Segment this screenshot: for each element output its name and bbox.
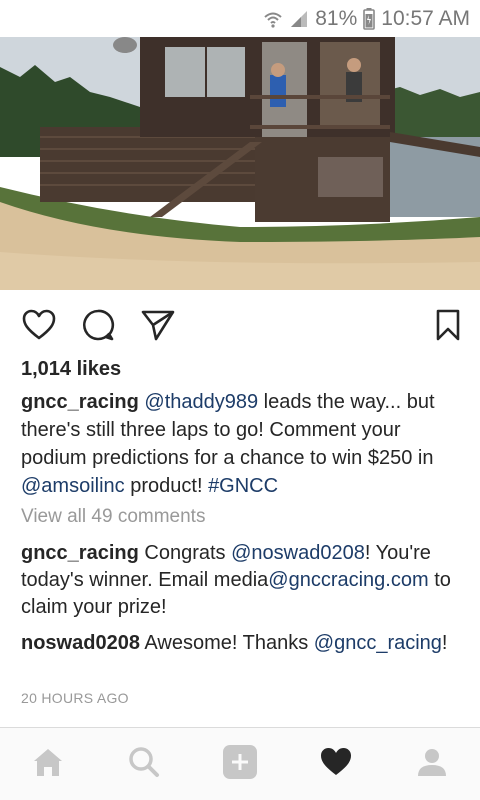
add-post-icon — [222, 744, 258, 785]
view-all-comments-link[interactable]: View all 49 comments — [21, 506, 205, 528]
bottom-navigation — [0, 727, 480, 800]
caption-mention[interactable]: @thaddy989 — [144, 391, 258, 413]
signal-icon — [289, 9, 309, 29]
clock-time: 10:57 AM — [381, 6, 470, 30]
caption-hashtag[interactable]: #GNCC — [208, 475, 278, 497]
nav-add-post-button[interactable] — [222, 744, 258, 785]
comment-text: Awesome! Thanks — [139, 632, 314, 654]
nav-activity-button[interactable] — [318, 746, 354, 782]
nav-profile-button[interactable] — [414, 746, 450, 782]
post-action-bar — [0, 290, 480, 360]
comment-username[interactable]: gncc_racing — [21, 542, 139, 564]
wifi-icon — [263, 9, 283, 29]
save-button[interactable] — [430, 309, 466, 345]
comment-item: gncc_racing Congrats @noswad0208! You're… — [21, 540, 466, 621]
battery-percent: 81% — [315, 6, 358, 30]
post-photo[interactable] — [0, 37, 480, 290]
battery-icon — [363, 7, 376, 30]
status-bar: 81% 10:57 AM — [0, 0, 480, 37]
post-timestamp: 20 HOURS AGO — [21, 690, 129, 706]
like-button[interactable] — [21, 309, 57, 345]
share-button[interactable] — [140, 309, 176, 345]
search-icon — [128, 746, 160, 783]
comment-text: ! — [441, 632, 448, 654]
comment-mention[interactable]: @gncc_racing — [314, 632, 442, 654]
comment-bubble-icon — [81, 308, 115, 347]
profile-icon — [416, 746, 448, 783]
caption-username[interactable]: gncc_racing — [21, 391, 139, 413]
home-icon — [32, 747, 64, 782]
comment-button[interactable] — [80, 309, 116, 345]
caption-mention[interactable]: @amsoilinc — [21, 475, 125, 497]
bookmark-icon — [435, 308, 461, 347]
comment-text: Congrats — [138, 542, 232, 564]
nav-home-button[interactable] — [30, 746, 66, 782]
nav-search-button[interactable] — [126, 746, 162, 782]
heart-filled-icon — [319, 746, 353, 783]
likes-count[interactable]: 1,014 likes — [21, 358, 121, 381]
heart-outline-icon — [22, 309, 56, 346]
comment-username[interactable]: noswad0208 — [21, 632, 140, 654]
comment-item: noswad0208 Awesome! Thanks @gncc_racing! — [21, 630, 466, 657]
comment-mention[interactable]: @gnccracing.com — [268, 569, 428, 591]
caption-text: product! — [124, 475, 209, 497]
comment-mention[interactable]: @noswad0208 — [231, 542, 365, 564]
post-caption: gncc_racing @thaddy989 leads the way... … — [21, 388, 466, 500]
paper-plane-icon — [140, 308, 176, 347]
